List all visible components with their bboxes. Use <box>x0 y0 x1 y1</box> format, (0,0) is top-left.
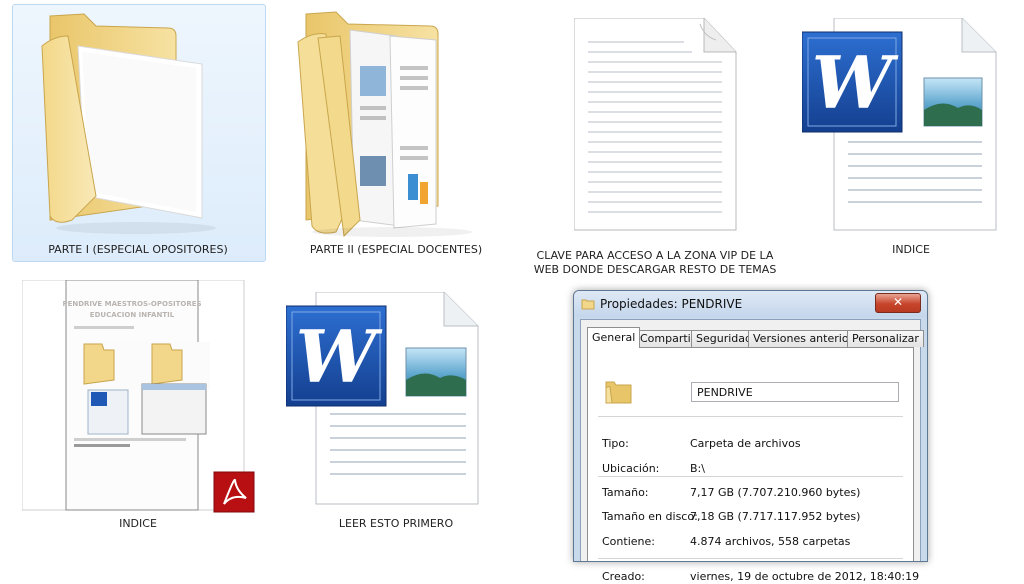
svg-text:W: W <box>812 40 899 125</box>
type-value: Carpeta de archivos <box>690 437 801 450</box>
item-label: INDICE <box>892 243 930 256</box>
contains-value: 4.874 archivos, 558 carpetas <box>690 535 851 548</box>
tab-general[interactable]: General <box>587 327 641 348</box>
location-label: Ubicación: <box>602 462 660 475</box>
item-label-line2: WEB DONDE DESCARGAR RESTO DE TEMAS <box>533 263 777 276</box>
divider <box>598 558 903 559</box>
window-title: Propiedades: PENDRIVE <box>600 297 743 311</box>
folder-icon <box>297 11 472 238</box>
window-body: General Compartir Seguridad Versiones an… <box>580 319 924 583</box>
created-label: Creado: <box>602 570 645 583</box>
word-document-icon: W <box>802 18 997 231</box>
thumb-title-2: EDUCACION INFANTIL <box>90 311 175 319</box>
svg-text:W: W <box>296 314 383 399</box>
properties-window: Propiedades: PENDRIVE ✕ General Comparti… <box>573 290 928 583</box>
size-label: Tamaño: <box>602 486 649 499</box>
folder-icon <box>605 381 632 404</box>
item-label: INDICE <box>119 517 157 530</box>
size-on-disk-value: 7,18 GB (7.717.117.952 bytes) <box>690 510 861 523</box>
general-tab-panel: PENDRIVE Tipo: Carpeta de archivos Ubica… <box>587 347 919 583</box>
size-value: 7,17 GB (7.707.210.960 bytes) <box>690 486 861 499</box>
word-document-icon: W <box>286 292 479 505</box>
folder-icon <box>41 13 216 234</box>
word-document-indice[interactable]: W INDICE <box>798 4 1024 260</box>
divider <box>598 476 903 477</box>
item-label: PARTE I (ESPECIAL OPOSITORES) <box>48 243 228 256</box>
window-titlebar[interactable]: Propiedades: PENDRIVE ✕ <box>574 291 927 317</box>
created-value: viernes, 19 de octubre de 2012, 18:40:19 <box>690 570 920 583</box>
pdf-document-indice[interactable]: PENDRIVE MAESTROS-OPOSITORES EDUCACION I… <box>12 280 264 536</box>
location-value: B:\ <box>690 462 705 475</box>
file-clave-zona-vip[interactable]: CLAVE PARA ACCESO A LA ZONA VIP DE LA WE… <box>530 4 780 276</box>
item-label: PARTE II (ESPECIAL DOCENTES) <box>309 243 483 256</box>
pdf-document-icon: PENDRIVE MAESTROS-OPOSITORES EDUCACION I… <box>22 280 255 513</box>
type-label: Tipo: <box>602 437 629 450</box>
folder-parte-i[interactable]: PARTE I (ESPECIAL OPOSITORES) <box>12 4 264 260</box>
item-label: LEER ESTO PRIMERO <box>338 517 454 530</box>
tab-personalizar[interactable]: Personalizar <box>847 330 924 347</box>
text-file-icon <box>574 18 737 231</box>
word-document-leer-esto-primero[interactable]: W LEER ESTO PRIMERO <box>270 280 522 536</box>
folder-parte-ii[interactable]: PARTE II (ESPECIAL DOCENTES) <box>270 4 510 260</box>
size-on-disk-label: Tamaño en disco: <box>602 510 698 523</box>
thumb-title-1: PENDRIVE MAESTROS-OPOSITORES <box>62 300 201 308</box>
divider <box>598 416 903 417</box>
folder-name-field[interactable]: PENDRIVE <box>691 382 899 402</box>
contains-label: Contiene: <box>602 535 655 548</box>
close-button[interactable]: ✕ <box>875 293 921 313</box>
folder-icon <box>581 299 595 310</box>
